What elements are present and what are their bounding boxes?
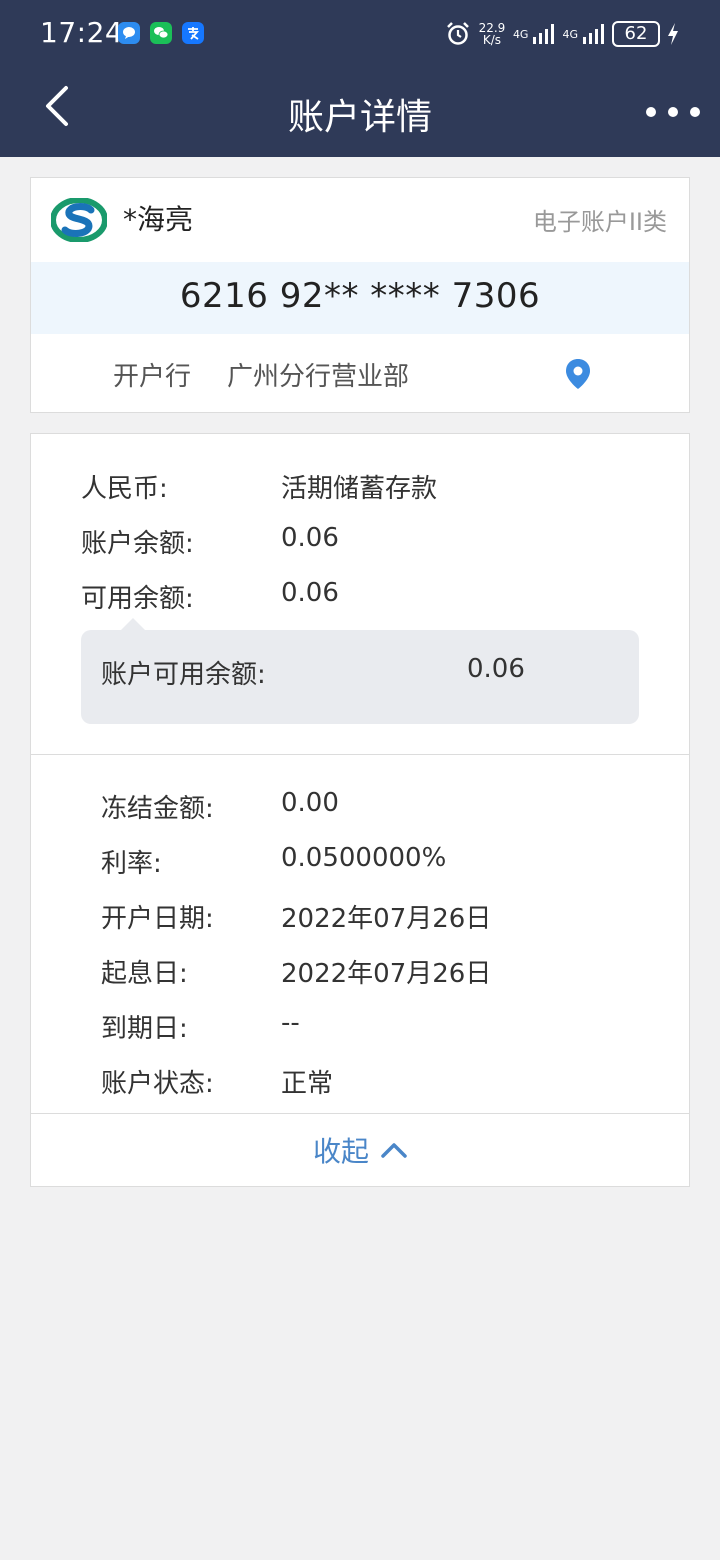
interest-start-label: 起息日: — [101, 959, 188, 989]
account-status-label: 账户状态: — [101, 1069, 214, 1099]
network-type-1: 4G — [512, 27, 529, 41]
status-time: 17:24 — [40, 16, 124, 49]
battery-indicator: 62 — [612, 21, 660, 47]
currency-label: 人民币: — [81, 474, 168, 504]
branch-label: 开户行 — [113, 362, 192, 392]
collapse-button[interactable]: 收起 — [31, 1114, 689, 1186]
more-dot-icon — [668, 107, 678, 117]
alarm-icon — [447, 22, 469, 45]
section-divider — [31, 754, 689, 755]
message-app-icon — [118, 22, 140, 44]
collapse-label: 收起 — [312, 1135, 369, 1168]
more-dot-icon — [646, 107, 656, 117]
open-date-value: 2022年07月26日 — [281, 904, 492, 934]
wechat-icon — [150, 22, 172, 44]
account-number: 6216 92** **** 7306 — [179, 276, 541, 316]
currency-value: 活期储蓄存款 — [281, 474, 438, 504]
balance-label: 账户余额: — [81, 529, 194, 559]
branch-value: 广州分行营业部 — [227, 362, 410, 392]
account-number-band: 6216 92** **** 7306 — [31, 262, 689, 334]
frozen-amount-label: 冻结金额: — [101, 794, 214, 824]
available-balance-tooltip: 账户可用余额: 0.06 — [81, 618, 639, 724]
account-details-card: 人民币: 活期储蓄存款 账户余额: 0.06 可用余额: 0.06 账户可用余额… — [30, 433, 690, 1187]
signal-icon-1 — [533, 24, 555, 44]
interest-start-value: 2022年07月26日 — [281, 959, 492, 989]
available-balance-value: 0.06 — [281, 578, 339, 608]
bank-logo-icon — [51, 198, 107, 242]
charging-icon — [668, 23, 678, 45]
frozen-amount-value: 0.00 — [281, 788, 339, 818]
app-header: 17:24 22.9 K/s 4G 4G 62 账户详情 — [0, 0, 720, 157]
alipay-icon — [182, 22, 204, 44]
chevron-up-icon — [381, 1143, 407, 1158]
interest-rate-value: 0.0500000% — [281, 843, 447, 873]
page-title: 账户详情 — [287, 97, 432, 138]
tooltip-value: 0.06 — [467, 654, 525, 684]
network-speed: 22.9 K/s — [478, 21, 506, 47]
maturity-label: 到期日: — [101, 1014, 188, 1044]
account-status-value: 正常 — [281, 1069, 334, 1099]
tooltip-arrow — [121, 618, 145, 630]
account-summary-card: *海亮 电子账户II类 6216 92** **** 7306 开户行 广州分行… — [30, 177, 690, 413]
more-dot-icon — [690, 107, 700, 117]
account-type-label: 电子账户II类 — [532, 208, 667, 236]
interest-rate-label: 利率: — [101, 849, 162, 879]
balance-value: 0.06 — [281, 523, 339, 553]
account-owner-name: *海亮 — [123, 203, 194, 236]
open-date-label: 开户日期: — [101, 904, 214, 934]
tooltip-label: 账户可用余额: — [101, 660, 266, 690]
location-pin-icon[interactable] — [565, 358, 591, 390]
more-options-button[interactable] — [646, 92, 700, 132]
signal-icon-2 — [583, 24, 604, 44]
status-indicators: 22.9 K/s 4G 4G 62 — [445, 18, 680, 50]
available-balance-label: 可用余额: — [81, 584, 194, 614]
network-type-2: 4G — [562, 27, 578, 41]
maturity-value: -- — [281, 1008, 300, 1038]
